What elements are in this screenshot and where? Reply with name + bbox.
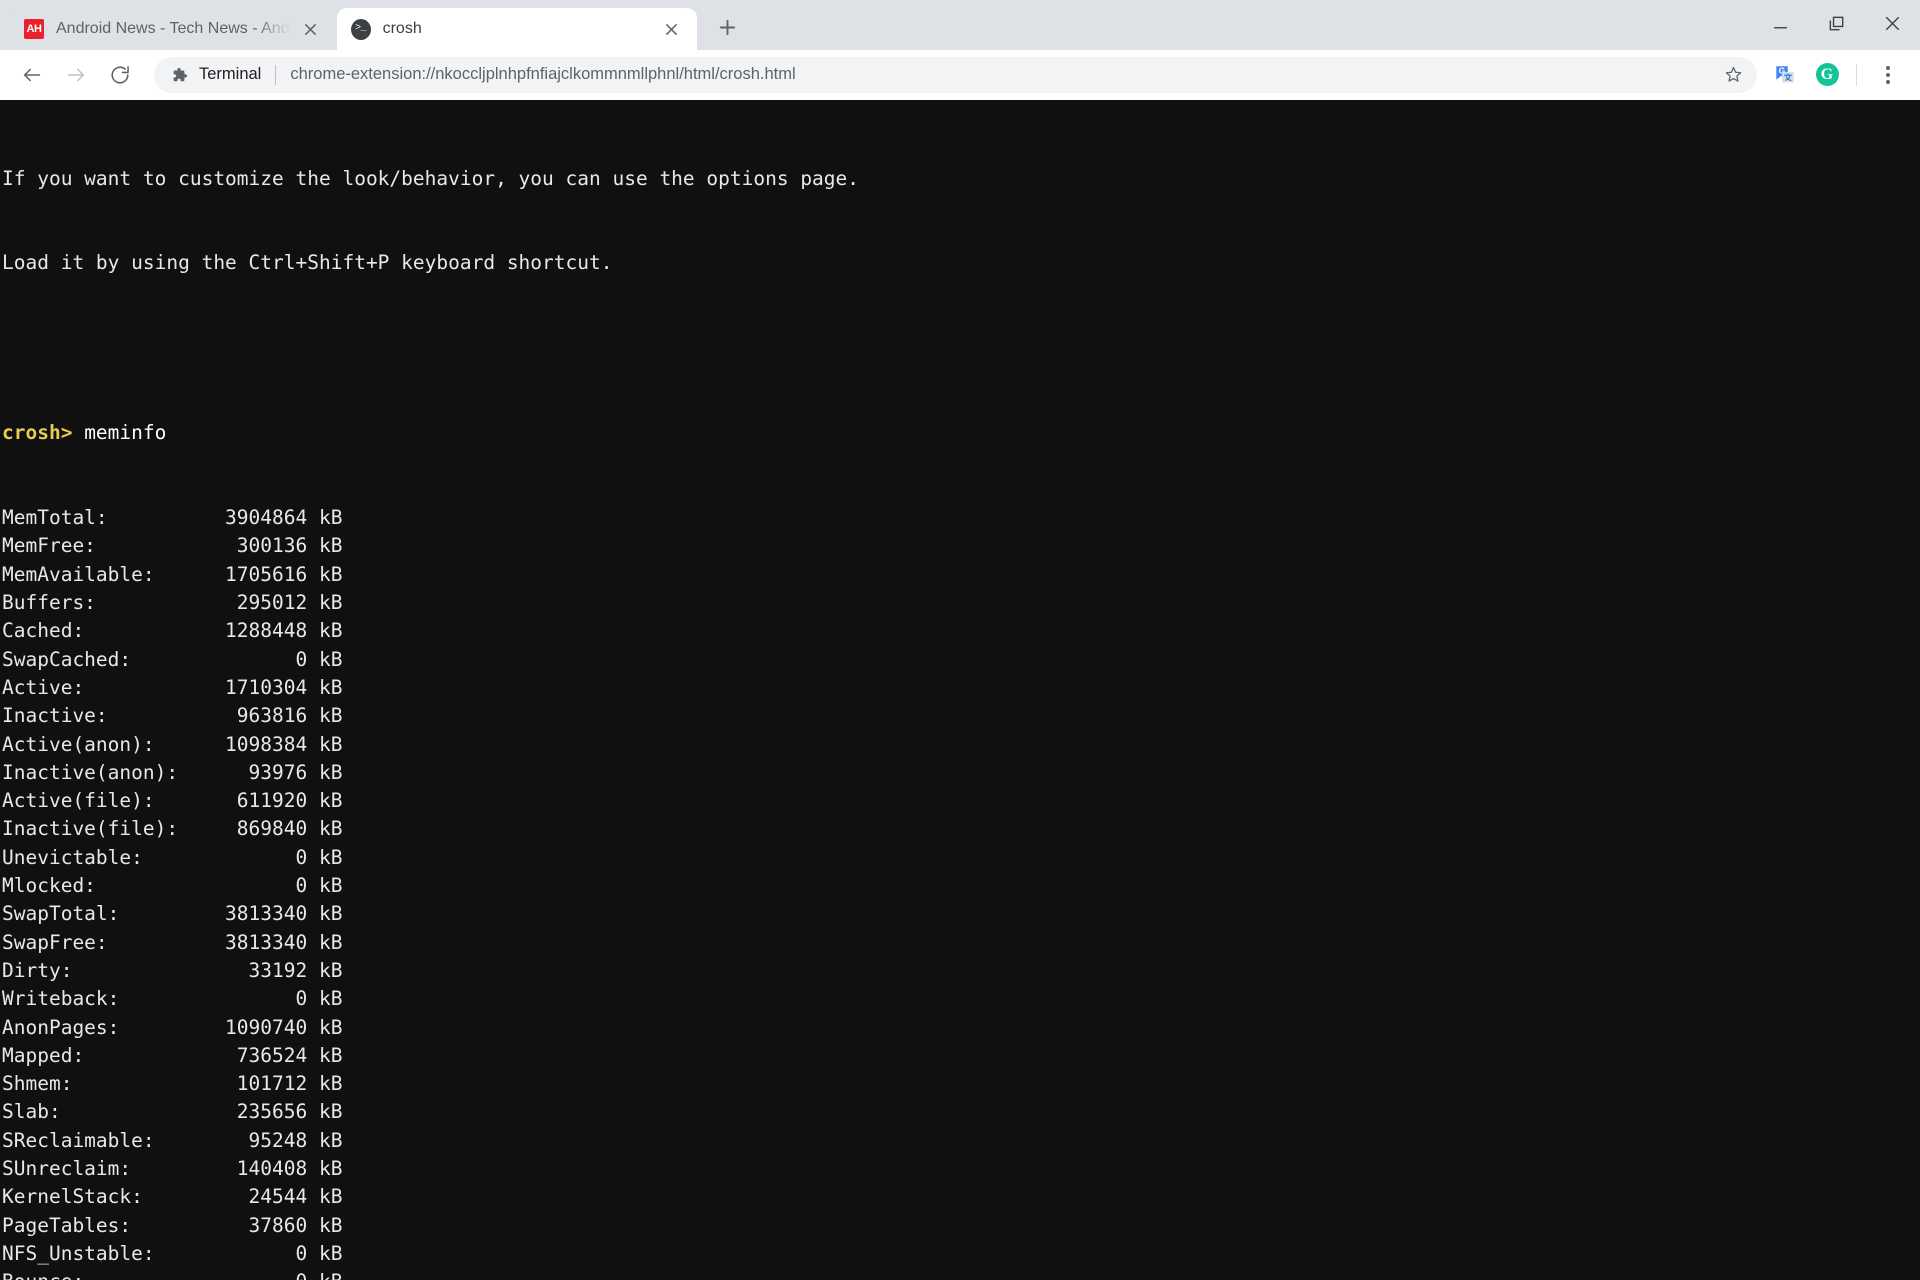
back-button[interactable] (12, 55, 52, 95)
terminal-command-line: crosh> meminfo (2, 419, 1920, 447)
close-window-button[interactable] (1864, 0, 1920, 46)
reload-icon (111, 65, 129, 83)
terminal-line: Load it by using the Ctrl+Shift+P keyboa… (2, 251, 613, 275)
meminfo-row: Buffers: 295012 kB (2, 591, 343, 615)
close-icon[interactable] (298, 16, 324, 42)
meminfo-output: MemTotal: 3904864 kB MemFree: 300136 kB Me… (2, 504, 1920, 1280)
meminfo-row: Slab: 235656 kB (2, 1100, 343, 1124)
meminfo-row: Inactive(file): 869840 kB (2, 817, 343, 841)
tab-android-news[interactable]: AH Android News - Tech News - And (10, 8, 336, 50)
forward-button[interactable] (56, 55, 96, 95)
meminfo-row: Inactive(anon): 93976 kB (2, 760, 343, 784)
meminfo-row: AnonPages: 1090740 kB (2, 1015, 343, 1039)
ah-logo-text: AH (24, 19, 44, 39)
meminfo-row: MemTotal: 3904864 kB (2, 506, 343, 530)
meminfo-row: Shmem: 101712 kB (2, 1072, 343, 1096)
meminfo-row: Active(anon): 1098384 kB (2, 732, 343, 756)
window-controls (1752, 0, 1920, 46)
minimize-button[interactable] (1752, 0, 1808, 46)
terminal-icon: >_ (350, 18, 371, 40)
puzzle-piece-icon (170, 66, 188, 84)
omnibox-divider (275, 64, 277, 85)
meminfo-row: NFS_Unstable: 0 kB (2, 1241, 343, 1265)
meminfo-row: Active(file): 611920 kB (2, 789, 343, 813)
extension-chip: Terminal (170, 65, 261, 84)
url-text: chrome-extension://nkoccljplnhpfnfiajclk… (290, 65, 796, 83)
meminfo-row: KernelStack: 24544 kB (2, 1185, 343, 1209)
arrow-right-icon (67, 68, 85, 81)
meminfo-row: Dirty: 33192 kB (2, 958, 343, 982)
meminfo-row: Inactive: 963816 kB (2, 704, 343, 728)
meminfo-row: SwapTotal: 3813340 kB (2, 902, 343, 926)
close-icon[interactable] (659, 16, 685, 42)
google-translate-icon: G (1774, 64, 1796, 86)
meminfo-row: SwapCached: 0 kB (2, 647, 343, 671)
meminfo-row: MemFree: 300136 kB (2, 534, 343, 558)
tab-title: crosh (382, 20, 422, 37)
toolbar-divider (1856, 63, 1857, 86)
plus-icon (719, 19, 736, 35)
meminfo-row: SwapFree: 3813340 kB (2, 930, 343, 954)
new-tab-button[interactable] (708, 7, 748, 47)
terminal-command: meminfo (72, 421, 167, 445)
minimize-icon (1773, 26, 1787, 28)
bookmark-star-icon[interactable] (1717, 59, 1749, 91)
extension-name: Terminal (199, 65, 262, 83)
ah-logo-icon: AH (24, 19, 44, 39)
tab-title: Android News - Tech News - And (56, 20, 290, 37)
restore-button[interactable] (1808, 0, 1864, 46)
browser-toolbar: Terminal chrome-extension://nkoccljplnhp… (0, 50, 1920, 100)
meminfo-row: Bounce: 0 kB (2, 1268, 1920, 1280)
browser-window: AH Android News - Tech News - And >_ cro… (0, 0, 1920, 1280)
meminfo-row: PageTables: 37860 kB (2, 1213, 343, 1237)
reload-button[interactable] (100, 55, 140, 95)
meminfo-row: Cached: 1288448 kB (2, 619, 343, 643)
restore-icon (1829, 16, 1843, 30)
grammarly-button[interactable]: G (1807, 55, 1847, 95)
address-bar[interactable]: Terminal chrome-extension://nkoccljplnhp… (154, 56, 1757, 93)
meminfo-row: Unevictable: 0 kB (2, 845, 343, 869)
tab-crosh[interactable]: >_ crosh (336, 8, 697, 50)
grammarly-icon: G (1815, 63, 1839, 86)
meminfo-row: SReclaimable: 95248 kB (2, 1128, 343, 1152)
close-icon (1885, 16, 1899, 30)
meminfo-row: Mapped: 736524 kB (2, 1043, 343, 1067)
terminal-line: If you want to customize the look/behavi… (2, 166, 860, 190)
terminal-prompt: crosh> (2, 421, 73, 445)
meminfo-row: MemAvailable: 1705616 kB (2, 562, 343, 586)
chrome-menu-button[interactable] (1868, 55, 1908, 95)
tab-list: AH Android News - Tech News - And >_ cro… (0, 0, 748, 50)
meminfo-row: Writeback: 0 kB (2, 987, 343, 1011)
arrow-left-icon (23, 68, 41, 81)
three-dot-menu-icon (1886, 65, 1890, 84)
crosh-terminal[interactable]: If you want to customize the look/behavi… (0, 100, 1920, 1280)
meminfo-row: Mlocked: 0 kB (2, 874, 343, 898)
meminfo-row: Active: 1710304 kB (2, 675, 343, 699)
meminfo-row: SUnreclaim: 140408 kB (2, 1156, 343, 1180)
tab-strip: AH Android News - Tech News - And >_ cro… (0, 0, 1920, 50)
translate-button[interactable]: G (1765, 55, 1805, 95)
terminal-icon-glyph: >_ (350, 18, 371, 40)
